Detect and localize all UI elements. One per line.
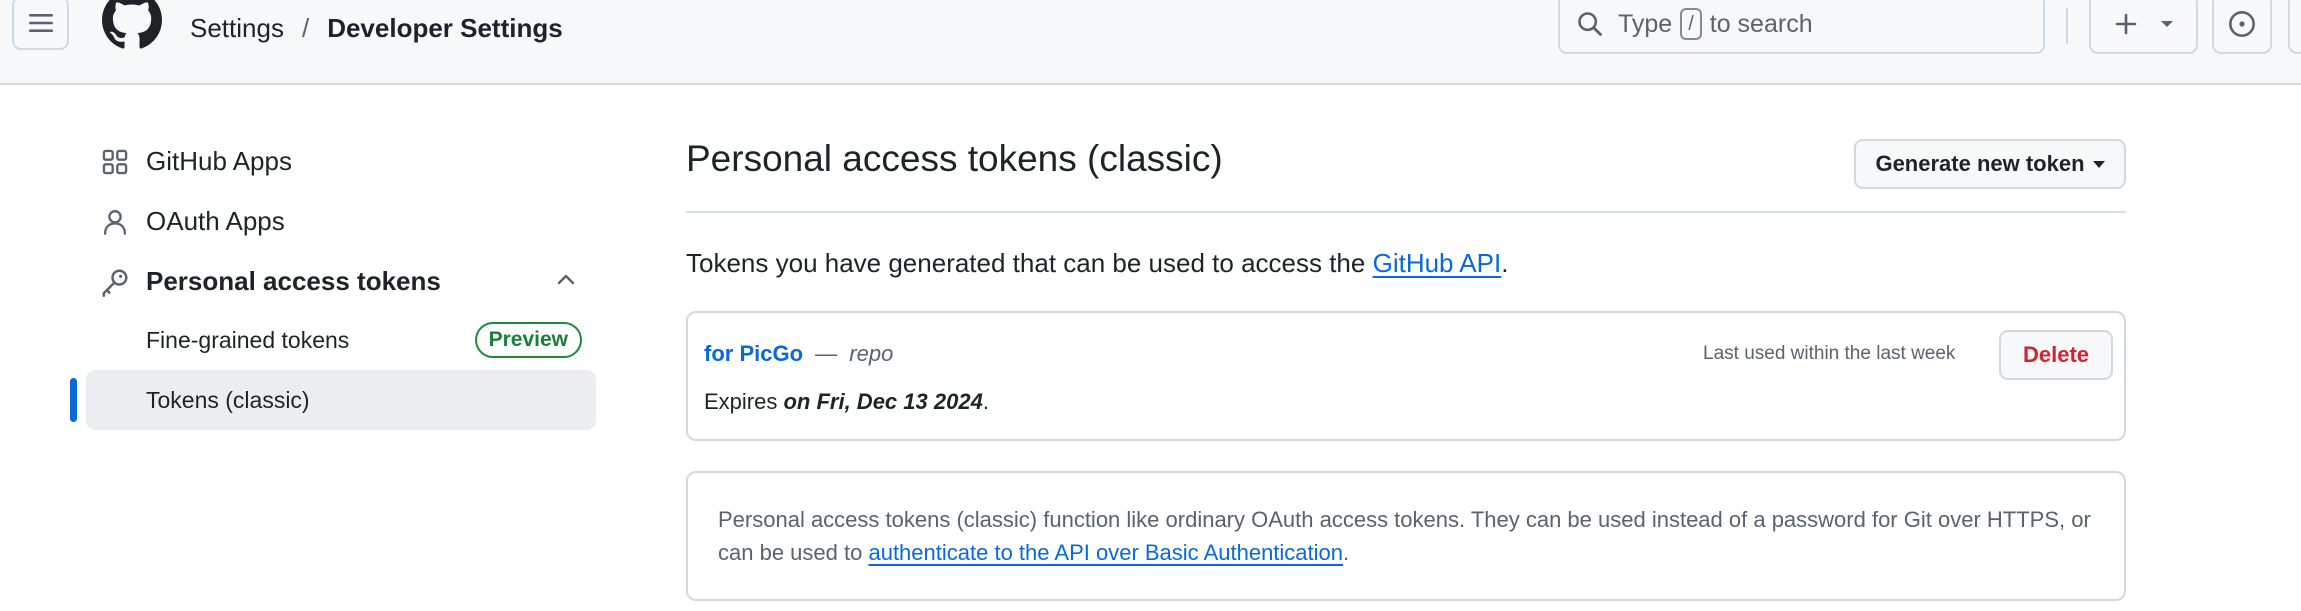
delete-token-button[interactable]: Delete	[1999, 330, 2113, 380]
token-expires-date: on Fri, Dec 13 2024	[783, 389, 983, 414]
create-new-button[interactable]	[2089, 0, 2198, 54]
key-icon	[100, 267, 130, 297]
header-divider	[2066, 8, 2068, 44]
token-expiration: Expires on Fri, Dec 13 2024.	[704, 389, 989, 415]
info-text-end: .	[1343, 540, 1350, 565]
token-name-link[interactable]: for PicGo	[704, 341, 803, 366]
github-logo[interactable]	[102, 0, 162, 50]
token-dash: —	[815, 341, 838, 366]
breadcrumb-developer-settings[interactable]: Developer Settings	[327, 13, 563, 44]
sidebar-subitem-label: Fine-grained tokens	[146, 326, 350, 353]
github-api-link[interactable]: GitHub API	[1373, 248, 1502, 278]
person-icon	[100, 207, 130, 237]
intro-text: Tokens you have generated that can be us…	[686, 248, 1508, 279]
sidebar-item-github-apps[interactable]: GitHub Apps	[86, 134, 596, 188]
preview-badge: Preview	[474, 322, 582, 358]
issues-button[interactable]	[2212, 0, 2272, 54]
active-indicator	[70, 378, 77, 422]
title-divider	[686, 211, 2126, 213]
token-list-item: for PicGo — repo Expires on Fri, Dec 13 …	[686, 311, 2126, 441]
sidebar-subitem-label: Tokens (classic)	[146, 386, 310, 413]
sidebar-item-label: GitHub Apps	[146, 145, 292, 176]
token-title: for PicGo — repo	[704, 341, 893, 367]
token-expires-prefix: Expires	[704, 389, 778, 414]
apps-icon	[100, 147, 130, 177]
search-icon	[1578, 12, 1602, 36]
generate-new-token-button[interactable]: Generate new token	[1854, 139, 2126, 189]
sidebar-item-fine-grained-tokens[interactable]: Fine-grained tokens Preview	[86, 310, 596, 370]
triangle-down-icon	[2092, 160, 2105, 168]
intro-text-end: .	[1501, 248, 1509, 278]
search-input[interactable]: Type / to search	[1558, 0, 2045, 54]
triangle-down-icon	[2160, 21, 2173, 27]
sidebar-item-tokens-classic[interactable]: Tokens (classic)	[86, 370, 596, 430]
hamburger-icon	[28, 14, 53, 32]
chevron-up-icon[interactable]	[554, 268, 578, 292]
basic-auth-link[interactable]: authenticate to the API over Basic Authe…	[868, 540, 1343, 565]
sidebar-item-label: OAuth Apps	[146, 205, 285, 236]
sidebar-item-oauth-apps[interactable]: OAuth Apps	[86, 194, 596, 248]
info-box: Personal access tokens (classic) functio…	[686, 471, 2126, 601]
generate-new-token-label: Generate new token	[1875, 151, 2085, 176]
issue-opened-icon	[2229, 11, 2255, 37]
plus-icon	[2115, 13, 2136, 35]
menu-button[interactable]	[12, 0, 69, 50]
search-suffix: to search	[1709, 9, 1813, 38]
token-scope: repo	[849, 341, 894, 366]
page-title: Personal access tokens (classic)	[686, 138, 1223, 179]
app-header: Settings / Developer Settings Type / to …	[0, 0, 2301, 85]
sidebar-item-label: Personal access tokens	[146, 265, 441, 296]
intro-text-body: Tokens you have generated that can be us…	[686, 248, 1366, 278]
search-prefix: Type	[1618, 9, 1673, 38]
breadcrumb-separator: /	[301, 12, 310, 43]
breadcrumb: Settings / Developer Settings	[190, 10, 563, 46]
token-last-used: Last used within the last week	[1703, 343, 1956, 364]
pull-requests-button[interactable]	[2288, 0, 2301, 54]
search-shortcut-key: /	[1680, 8, 1702, 40]
sidebar-item-personal-access-tokens[interactable]: Personal access tokens	[86, 254, 596, 308]
token-expires-end: .	[982, 389, 989, 414]
breadcrumb-settings[interactable]: Settings	[190, 13, 284, 44]
